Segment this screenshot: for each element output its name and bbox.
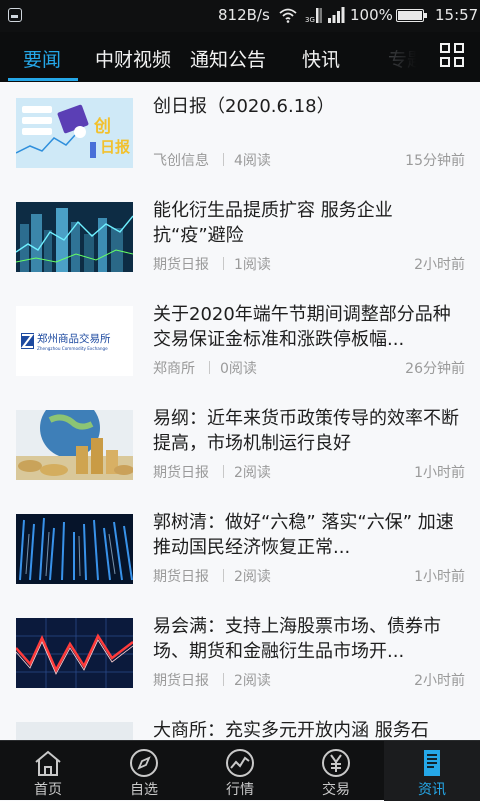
news-meta: 期货日报 2阅读 2小时前 [153, 670, 465, 690]
news-title[interactable]: 创日报（2020.6.18） [153, 94, 465, 119]
yen-coin-icon [322, 749, 350, 777]
notification-icon [8, 8, 22, 22]
thumbnail-red-zigzag [16, 618, 133, 688]
news-reads: 2阅读 [234, 673, 271, 689]
tab-video[interactable]: 中财视频 [95, 45, 171, 72]
wifi-icon [279, 8, 297, 23]
news-reads: 1阅读 [234, 257, 271, 273]
news-source: 期货日报 [153, 569, 209, 585]
news-item[interactable]: 创 日报 创日报（2020.6.18） 飞创信息 4阅读 15分钟前 [0, 82, 480, 186]
news-feed: 创 日报 创日报（2020.6.18） 飞创信息 4阅读 15分钟前 能化衍生品… [0, 82, 480, 740]
news-time: 2小时前 [414, 257, 465, 273]
news-title[interactable]: 易纲：近年来货币政策传导的效率不断提高，市场机制运行良好 [153, 406, 465, 456]
tab-yaowen[interactable]: 要闻 [23, 45, 61, 72]
battery-percent: 100% [350, 6, 393, 24]
thumbnail-zce-logo: 郑州商品交易所 Zhengzhou Commodity Exchange [16, 306, 133, 376]
news-time: 1小时前 [414, 465, 465, 481]
home-icon [35, 750, 61, 776]
news-title[interactable]: 易会满：支持上海股票市场、债券市场、期货和金融衍生品市场开... [153, 614, 465, 664]
svg-text:创: 创 [93, 116, 111, 137]
news-title[interactable]: 关于2020年端午节期间调整部分品种交易保证金标准和涨跌停板幅... [153, 302, 465, 352]
news-item[interactable]: 大商所：充实多元开放内涵 服务石 [0, 706, 480, 740]
zce-logo-en: Zhengzhou Commodity Exchange [37, 346, 108, 351]
svg-text:日报: 日报 [100, 138, 130, 156]
thumbnail-partial [16, 722, 133, 740]
top-tab-bar: 要闻 中财视频 通知公告 快讯 专题 [0, 32, 480, 82]
news-reads: 2阅读 [234, 569, 271, 585]
network-speed: 812B/s [218, 6, 270, 24]
news-time: 26分钟前 [405, 361, 465, 377]
nav-news[interactable]: 资讯 [384, 741, 480, 801]
news-source: 期货日报 [153, 257, 209, 273]
news-source: 郑商所 [153, 361, 195, 377]
status-bar: 812B/s 3G 100% 15:57 [0, 0, 480, 32]
nav-home[interactable]: 首页 [0, 741, 96, 801]
news-title[interactable]: 大商所：充实多元开放内涵 服务石 [153, 718, 465, 740]
clock: 15:57 [435, 6, 479, 24]
news-meta: 郑商所 0阅读 26分钟前 [153, 358, 465, 378]
news-doc-icon [424, 750, 440, 776]
nav-watchlist[interactable]: 自选 [96, 741, 192, 801]
news-item[interactable]: 易纲：近年来货币政策传导的效率不断提高，市场机制运行良好 期货日报 2阅读 1小时… [0, 394, 480, 498]
thumbnail-globe-coins [16, 410, 133, 480]
news-time: 1小时前 [414, 569, 465, 585]
news-reads: 0阅读 [220, 361, 257, 377]
news-source: 飞创信息 [153, 153, 209, 169]
thumbnail-chuang-ribao: 创 日报 [16, 98, 133, 168]
grid-menu-icon[interactable] [440, 43, 466, 69]
news-item[interactable]: 能化衍生品提质扩容 服务企业抗“疫”避险 期货日报 1阅读 2小时前 [0, 186, 480, 290]
news-meta: 期货日报 2阅读 1小时前 [153, 566, 465, 586]
chart-line-icon [226, 749, 254, 777]
signal-1-icon: 3G [305, 8, 322, 24]
news-title[interactable]: 郭树清：做好“六稳” 落实“六保” 加速推动国民经济恢复正常... [153, 510, 465, 560]
nav-news-label: 资讯 [418, 782, 446, 798]
compass-icon [130, 749, 158, 777]
news-reads: 2阅读 [234, 465, 271, 481]
battery-icon [396, 9, 427, 22]
nav-market[interactable]: 行情 [192, 741, 288, 801]
news-time: 15分钟前 [405, 153, 465, 169]
news-source: 期货日报 [153, 465, 209, 481]
news-source: 期货日报 [153, 673, 209, 689]
thumbnail-data-columns [16, 514, 133, 584]
zce-logo-cn: 郑州商品交易所 [37, 332, 111, 345]
svg-text:3G: 3G [305, 16, 315, 24]
tab-flash[interactable]: 快讯 [302, 45, 340, 72]
nav-trade-label: 交易 [322, 782, 350, 798]
nav-trade[interactable]: 交易 [288, 741, 384, 801]
signal-2-icon [328, 7, 345, 23]
news-item[interactable]: 易会满：支持上海股票市场、债券市场、期货和金融衍生品市场开... 期货日报 2阅读… [0, 602, 480, 706]
bottom-nav-bar: 首页 自选 行情 交易 资讯 [0, 740, 480, 801]
news-item[interactable]: 郭树清：做好“六稳” 落实“六保” 加速推动国民经济恢复正常... 期货日报 2阅… [0, 498, 480, 602]
tab-notices[interactable]: 通知公告 [190, 45, 266, 72]
news-meta: 飞创信息 4阅读 15分钟前 [153, 150, 465, 170]
nav-home-label: 首页 [34, 782, 62, 798]
news-meta: 期货日报 2阅读 1小时前 [153, 462, 465, 482]
news-meta: 期货日报 1阅读 2小时前 [153, 254, 465, 274]
news-time: 2小时前 [414, 673, 465, 689]
thumbnail-city-chart [16, 202, 133, 272]
nav-watchlist-label: 自选 [130, 782, 158, 798]
active-tab-indicator [8, 78, 78, 81]
news-item[interactable]: 郑州商品交易所 Zhengzhou Commodity Exchange 关于2… [0, 290, 480, 394]
nav-market-label: 行情 [226, 782, 254, 798]
news-title[interactable]: 能化衍生品提质扩容 服务企业抗“疫”避险 [153, 198, 465, 248]
news-reads: 4阅读 [234, 153, 271, 169]
